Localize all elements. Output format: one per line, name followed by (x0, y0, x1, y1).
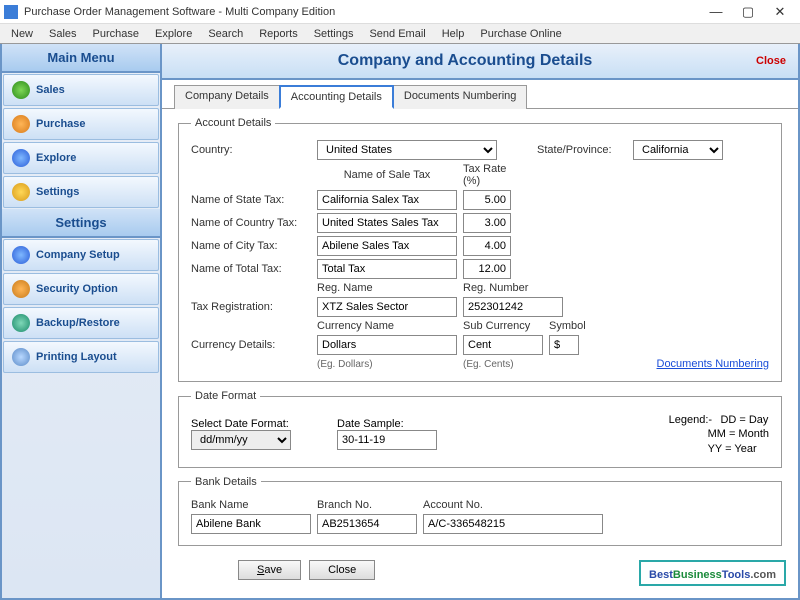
sales-icon (12, 81, 30, 99)
menu-purchase-online[interactable]: Purchase Online (473, 26, 568, 42)
menu-settings[interactable]: Settings (307, 26, 361, 42)
sidebar-purchase[interactable]: Purchase (3, 108, 159, 140)
app-icon (4, 5, 18, 19)
disk-icon (12, 314, 30, 332)
city-tax-label: Name of City Tax: (191, 240, 311, 252)
account-legend: Account Details (191, 117, 275, 129)
reg-name-header: Reg. Name (317, 282, 457, 294)
country-select[interactable]: United States (317, 140, 497, 160)
branch-input[interactable] (317, 514, 417, 534)
legend-mm: MM = Month (708, 428, 769, 440)
state-tax-input[interactable] (317, 190, 457, 210)
currency-name-header: Currency Name (317, 320, 457, 332)
lock-icon (12, 280, 30, 298)
bank-name-input[interactable] (191, 514, 311, 534)
branch-header: Branch No. (317, 499, 417, 511)
sidebar-company-setup[interactable]: Company Setup (3, 239, 159, 271)
page-close-link[interactable]: Close (756, 55, 786, 67)
reg-num-header: Reg. Number (463, 282, 563, 294)
page-header: Company and Accounting Details Close (162, 44, 798, 80)
total-rate-input[interactable] (463, 259, 511, 279)
legend-yy: YY = Year (708, 443, 757, 455)
city-tax-input[interactable] (317, 236, 457, 256)
sidebar-settings[interactable]: Settings (3, 176, 159, 208)
country-label: Country: (191, 144, 311, 156)
menu-help[interactable]: Help (435, 26, 472, 42)
tab-accounting-details[interactable]: Accounting Details (279, 85, 394, 109)
menu-sales[interactable]: Sales (42, 26, 84, 42)
menu-send-email[interactable]: Send Email (362, 26, 432, 42)
sidebar-explore[interactable]: Explore (3, 142, 159, 174)
bank-name-header: Bank Name (191, 499, 311, 511)
city-rate-input[interactable] (463, 236, 511, 256)
date-format-label: Select Date Format: (191, 418, 331, 430)
close-button[interactable]: Close (309, 560, 375, 580)
symbol-header: Symbol (549, 320, 599, 332)
account-header: Account No. (423, 499, 603, 511)
sidebar-printing[interactable]: Printing Layout (3, 341, 159, 373)
tabs: Company Details Accounting Details Docum… (162, 80, 798, 109)
sale-tax-header: Name of Sale Tax (317, 169, 457, 181)
sub-currency-input[interactable] (463, 335, 543, 355)
page-title: Company and Accounting Details (174, 52, 756, 70)
currency-name-input[interactable] (317, 335, 457, 355)
window-title: Purchase Order Management Software - Mul… (24, 6, 700, 18)
bank-legend: Bank Details (191, 476, 261, 488)
titlebar: Purchase Order Management Software - Mul… (0, 0, 800, 24)
tab-documents-numbering[interactable]: Documents Numbering (393, 85, 528, 109)
country-tax-input[interactable] (317, 213, 457, 233)
gear-icon (12, 183, 30, 201)
documents-numbering-link[interactable]: Documents Numbering (657, 358, 770, 370)
total-tax-label: Name of Total Tax: (191, 263, 311, 275)
sub-currency-header: Sub Currency (463, 320, 543, 332)
symbol-input[interactable] (549, 335, 579, 355)
reg-num-input[interactable] (463, 297, 563, 317)
eg-dollars: (Eg. Dollars) (317, 359, 457, 370)
menubar: New Sales Purchase Explore Search Report… (0, 24, 800, 44)
state-tax-label: Name of State Tax: (191, 194, 311, 206)
menu-explore[interactable]: Explore (148, 26, 199, 42)
settings-header: Settings (2, 209, 160, 238)
reg-name-input[interactable] (317, 297, 457, 317)
tax-reg-label: Tax Registration: (191, 301, 311, 313)
date-sample-label: Date Sample: (337, 418, 477, 430)
eg-cents: (Eg. Cents) (463, 359, 543, 370)
explore-icon (12, 149, 30, 167)
bank-details-group: Bank Details Bank Name Branch No. Accoun… (178, 476, 782, 546)
currency-label: Currency Details: (191, 339, 311, 351)
state-rate-input[interactable] (463, 190, 511, 210)
sidebar-sales[interactable]: Sales (3, 74, 159, 106)
menu-purchase[interactable]: Purchase (86, 26, 146, 42)
state-select[interactable]: California (633, 140, 723, 160)
country-tax-label: Name of Country Tax: (191, 217, 311, 229)
country-rate-input[interactable] (463, 213, 511, 233)
main-menu-header: Main Menu (2, 44, 160, 73)
account-input[interactable] (423, 514, 603, 534)
maximize-button[interactable]: ▢ (732, 2, 764, 22)
sidebar-backup[interactable]: Backup/Restore (3, 307, 159, 339)
legend-dd: DD = Day (720, 414, 768, 426)
sidebar-security[interactable]: Security Option (3, 273, 159, 305)
tab-company-details[interactable]: Company Details (174, 85, 280, 109)
minimize-button[interactable]: — (700, 2, 732, 22)
legend-label: Legend:- (669, 414, 712, 426)
menu-new[interactable]: New (4, 26, 40, 42)
print-icon (12, 348, 30, 366)
company-icon (12, 246, 30, 264)
purchase-icon (12, 115, 30, 133)
menu-reports[interactable]: Reports (252, 26, 305, 42)
menu-search[interactable]: Search (201, 26, 250, 42)
save-button[interactable]: Save (238, 560, 301, 580)
date-format-legend: Date Format (191, 390, 260, 402)
state-label: State/Province: (537, 144, 627, 156)
watermark: BestBusinessTools.com (639, 560, 786, 586)
date-sample-input[interactable] (337, 430, 437, 450)
account-details-group: Account Details Country: United States S… (178, 117, 782, 382)
date-format-group: Date Format Select Date Format: dd/mm/yy… (178, 390, 782, 468)
date-format-select[interactable]: dd/mm/yy (191, 430, 291, 450)
close-window-button[interactable]: ✕ (764, 2, 796, 22)
total-tax-input[interactable] (317, 259, 457, 279)
tax-rate-header: Tax Rate (%) (463, 163, 523, 187)
sidebar: Main Menu Sales Purchase Explore Setting… (2, 44, 162, 598)
